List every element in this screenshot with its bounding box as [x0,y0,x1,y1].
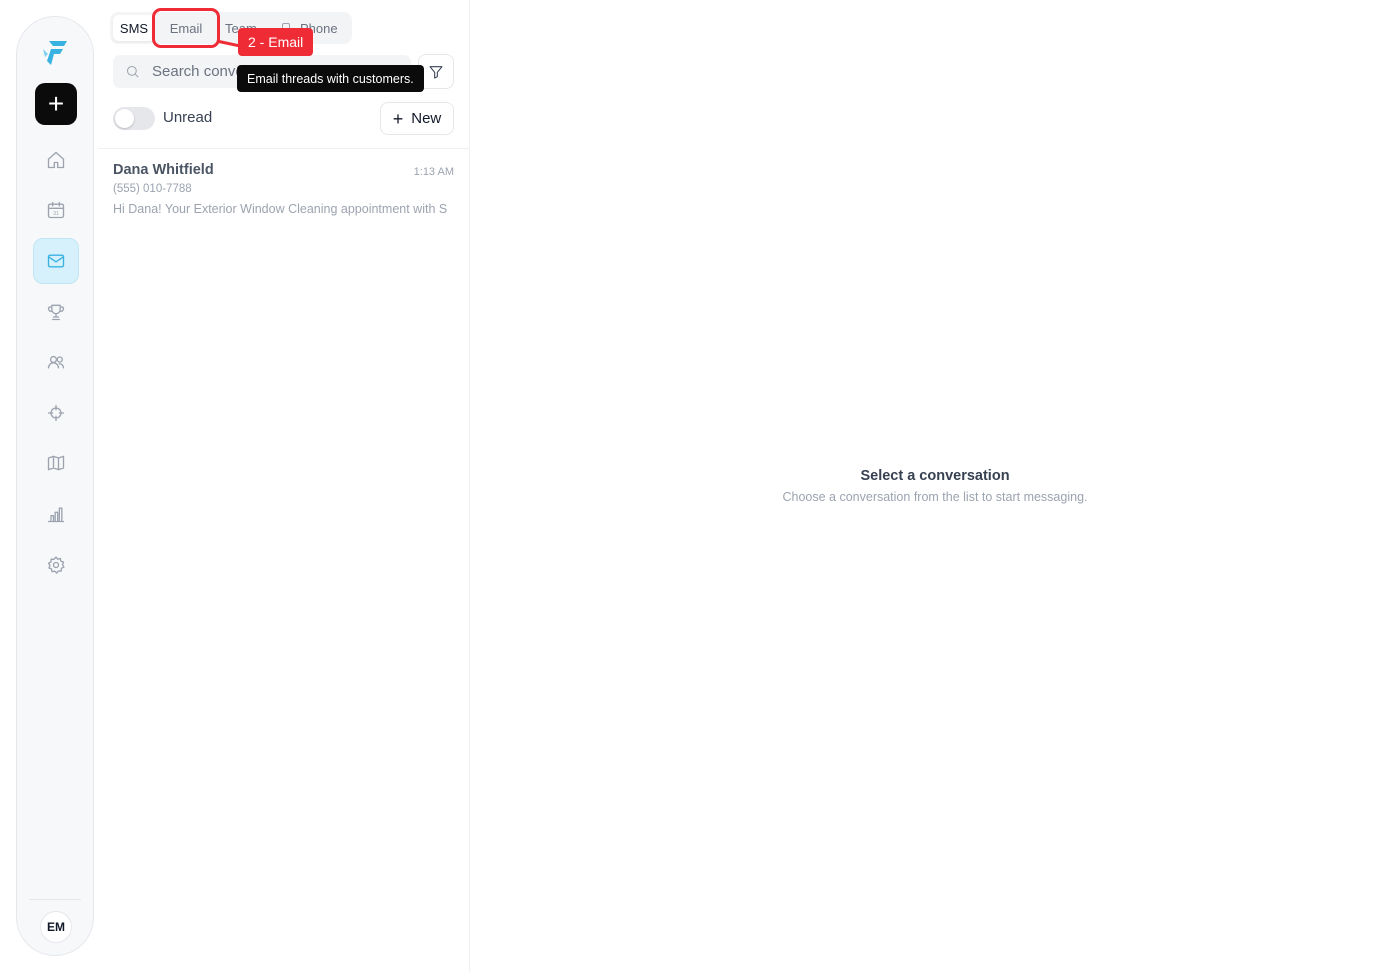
contact-phone: (555) 010-7788 [113,183,192,195]
svg-text:31: 31 [53,211,59,217]
calendar-icon: 31 [47,201,65,219]
message-time: 1:13 AM [413,166,454,178]
sidebar-item-map[interactable] [33,440,79,486]
tooltip: Email threads with customers. [237,65,424,92]
home-icon [47,151,65,169]
sidebar-item-targets[interactable] [33,390,79,436]
empty-state-title: Select a conversation [860,468,1010,484]
sidebar-item-customers[interactable] [33,339,79,385]
brand-logo[interactable] [41,37,71,67]
rail-divider [29,899,81,900]
conversation-list-panel: SMS Email Team Phone Unread + New Dana W… [98,0,470,972]
avatar[interactable]: EM [40,911,72,943]
new-conversation-button[interactable]: + New [380,102,454,135]
sidebar-item-home[interactable] [33,137,79,183]
empty-state-subtitle: Choose a conversation from the list to s… [782,490,1088,504]
sidebar-item-rewards[interactable] [33,289,79,335]
sidebar-rail: + 31 EM [16,16,94,956]
sidebar-item-messages[interactable] [33,238,79,284]
plus-icon: + [47,88,65,119]
tab-sms[interactable]: SMS [113,15,155,41]
message-preview: Hi Dana! Your Exterior Window Cleaning a… [113,202,448,216]
conversation-view: Select a conversation Choose a conversat… [470,0,1400,972]
compose-button[interactable]: + [35,83,77,125]
filter-icon [429,65,443,79]
plus-icon: + [392,108,404,129]
map-icon [47,455,65,471]
unread-label: Unread [163,109,213,126]
sidebar-item-settings[interactable] [33,542,79,588]
toggle-knob [115,109,134,128]
bar-chart-icon [47,507,65,523]
channel-tabs: SMS Email Team Phone [110,12,352,44]
users-icon [47,355,65,369]
search-icon [127,66,139,78]
list-item[interactable]: Dana Whitfield 1:13 AM (555) 010-7788 Hi… [98,149,469,225]
mail-icon [47,254,65,268]
highlight-box [152,8,220,48]
trophy-icon [47,304,65,321]
contact-name: Dana Whitfield [113,162,214,178]
crosshair-icon [47,404,65,422]
gear-icon [47,556,65,574]
sidebar-item-reports[interactable] [33,491,79,537]
sidebar-item-calendar[interactable]: 31 [33,187,79,233]
new-button-label: New [411,110,442,127]
annotation-label: 2 - Email [238,28,314,56]
unread-toggle[interactable] [113,107,155,130]
